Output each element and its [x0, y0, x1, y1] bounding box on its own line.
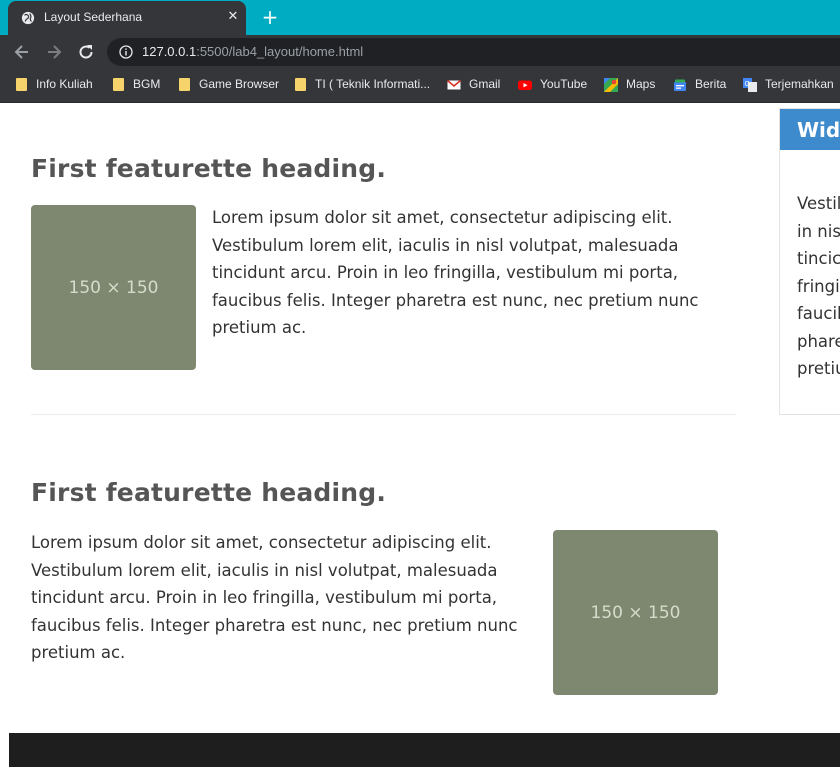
globe-icon	[21, 11, 35, 25]
browser-toolbar: 127.0.0.1:5500/lab4_layout/home.html	[0, 35, 840, 69]
info-icon[interactable]	[119, 45, 133, 59]
maps-icon	[604, 78, 618, 92]
featurette-heading: First featurette heading.	[31, 478, 387, 507]
sidebar-widget: Widg Vestil in nis tincic fringi faucil …	[779, 108, 840, 415]
featurette-heading: First featurette heading.	[31, 154, 387, 183]
folder-icon	[295, 78, 306, 91]
widget-header: Widg	[780, 109, 840, 150]
address-bar[interactable]: 127.0.0.1:5500/lab4_layout/home.html	[107, 38, 840, 66]
placeholder-image: 150 × 150	[31, 205, 196, 370]
page-footer	[9, 733, 840, 767]
widget-title: Widg	[797, 118, 840, 142]
url-path: :5500/lab4_layout/home.html	[196, 44, 364, 59]
web-page: First featurette heading. 150 × 150 Lore…	[0, 103, 840, 767]
folder-icon	[16, 78, 27, 91]
forward-arrow-icon[interactable]	[44, 42, 64, 62]
back-arrow-icon[interactable]	[12, 42, 32, 62]
new-tab-button[interactable]: +	[259, 7, 281, 29]
gmail-icon	[447, 79, 461, 90]
folder-icon	[179, 78, 190, 91]
tab-strip: Layout Sederhana ✕ +	[0, 0, 840, 35]
svg-text:G: G	[745, 81, 750, 88]
placeholder-image: 150 × 150	[553, 530, 718, 695]
translate-icon: G	[743, 78, 757, 92]
news-icon	[674, 79, 686, 91]
close-tab-icon[interactable]: ✕	[225, 9, 241, 25]
bookmark-label: Game Browser	[199, 77, 280, 91]
widget-body: Vestil in nis tincic fringi faucil phare…	[797, 194, 840, 378]
featurette-text: Lorem ipsum dolor sit amet, consectetur …	[31, 533, 518, 662]
bookmark-label: Gmail	[469, 77, 501, 91]
tab-title: Layout Sederhana	[44, 10, 143, 24]
bookmark-label: Info Kuliah	[36, 77, 93, 91]
bookmark-label: Maps	[626, 77, 656, 91]
url-host: 127.0.0.1	[142, 44, 197, 59]
folder-icon	[113, 78, 124, 91]
url-text[interactable]: 127.0.0.1:5500/lab4_layout/home.html	[142, 44, 363, 59]
featurette-text: Lorem ipsum dolor sit amet, consectetur …	[212, 208, 699, 337]
bookmarks-bar: Info Kuliah BGM Game Browser TI ( Teknik…	[0, 69, 840, 103]
bookmark-label: Berita	[695, 77, 727, 91]
youtube-icon	[518, 80, 532, 90]
bookmark-label: YouTube	[540, 77, 588, 91]
bookmark-label: BGM	[133, 77, 161, 91]
reload-icon[interactable]	[76, 42, 96, 62]
featurette-divider	[31, 414, 736, 415]
bookmark-label: TI ( Teknik Informati...	[315, 77, 431, 91]
bookmark-label: Terjemahkan	[765, 77, 834, 91]
browser-tab[interactable]: Layout Sederhana ✕	[8, 1, 246, 35]
